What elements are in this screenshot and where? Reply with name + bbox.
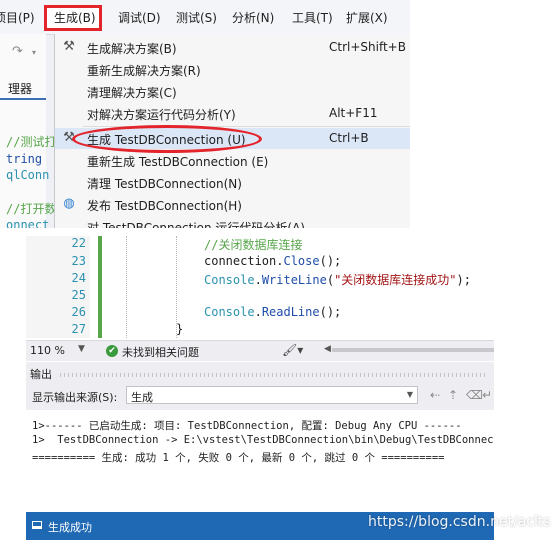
brush-icon[interactable]: 🖌▾ (282, 343, 303, 357)
menu-item-rebuild-project[interactable]: 重新生成 TestDBConnection (E) (55, 150, 410, 171)
menu-debug[interactable]: 调试(D) (118, 9, 161, 26)
code-token: Console (204, 273, 255, 287)
code-token: . (254, 273, 262, 287)
vs-menu-screenshot: 项目(P) 生成(B) 调试(D) 测试(S) 分析(N) 工具(T) 扩展(X… (0, 0, 410, 228)
menu-analyze[interactable]: 分析(N) (232, 9, 274, 26)
code-fragment: //打开数 (6, 202, 57, 216)
word-wrap-icon[interactable]: ↵ (482, 388, 492, 402)
menu-item-clean-solution[interactable]: 清理解决方案(C) (55, 81, 410, 102)
code-editor[interactable]: //关闭数据库连接 connection.Close(); Console.Writ… (26, 236, 494, 338)
zoom-level[interactable]: 110 % (30, 344, 65, 357)
menu-item-analyze-project[interactable]: 对 TestDBConnection 运行代码分析(A) (55, 216, 410, 228)
menu-item-analyze-solution[interactable]: 对解决方案运行代码分析(Y) Alt+F11 (55, 103, 410, 124)
code-token: Close (283, 254, 320, 268)
code-token: connection. (204, 254, 284, 268)
status-text: 生成成功 (48, 521, 92, 534)
menu-item-rebuild-solution[interactable]: 重新生成解决方案(R) (55, 59, 410, 80)
code-fragment: onnect (6, 218, 50, 228)
editor-status-bar: 110 % ▼ ✔ 未找到相关问题 🖌▾ ◀ (26, 340, 494, 361)
code-fragment: //测试打 (6, 135, 57, 149)
previous-message-icon[interactable]: ⇡ (448, 388, 458, 402)
code-line: Console.ReadLine(); (204, 305, 341, 319)
output-source-select[interactable]: 生成 ▼ (126, 386, 418, 404)
watermark: https://blog.csdn.net/aclts (368, 514, 551, 530)
menu-tools[interactable]: 工具(T) (292, 9, 333, 26)
issues-status[interactable]: 未找到相关问题 (122, 344, 199, 360)
code-token: ( (326, 273, 335, 287)
output-source-value: 生成 (131, 391, 153, 404)
horizontal-scrollbar[interactable] (332, 348, 494, 352)
build-project-highlight-ellipse (72, 125, 262, 153)
scroll-left-icon[interactable]: ◀ (324, 344, 331, 354)
menu-item-clean-project[interactable]: 清理 TestDBConnection(N) (55, 172, 410, 193)
output-line: 1> TestDBConnection -> E:\vstest\TestDBC… (32, 434, 494, 446)
code-token: ); (456, 273, 471, 287)
panel-grip (60, 373, 486, 377)
code-line: Console.WriteLine("关闭数据库连接成功"); (204, 271, 471, 288)
chevron-down-icon[interactable]: ▾ (32, 48, 36, 57)
vs-output-screenshot: 22 23 24 25 26 27 //关闭数据库连接 connection.Cl… (26, 236, 494, 540)
solution-explorer-tab[interactable]: 理器 (8, 80, 32, 97)
output-text-area[interactable]: 1>------ 已启动生成: 项目: TestDBConnection, 配置… (26, 410, 494, 512)
menu-bar: 项目(P) 生成(B) 调试(D) 测试(S) 分析(N) 工具(T) 扩展(X… (0, 0, 410, 35)
build-status-icon (32, 521, 42, 529)
code-line: connection.Close(); (204, 254, 341, 268)
menu-extensions[interactable]: 扩展(X) (346, 9, 388, 26)
globe-icon: ◍ (63, 196, 75, 211)
output-line: ========== 生成: 成功 1 个, 失败 0 个, 最新 0 个, 跳… (32, 452, 445, 464)
code-token: WriteLine (261, 273, 327, 287)
code-line: //关闭数据库连接 (204, 236, 302, 253)
menu-project[interactable]: 项目(P) (0, 9, 35, 26)
chevron-down-icon[interactable]: ▼ (78, 344, 85, 354)
output-source-label: 显示输出来源(S): (32, 391, 118, 404)
build-icon: ⚒ (63, 39, 75, 54)
code-token: . (254, 305, 262, 319)
menu-item-build-solution[interactable]: ⚒ 生成解决方案(B) Ctrl+Shift+B (55, 37, 410, 58)
menu-test[interactable]: 测试(S) (176, 9, 217, 26)
code-token: ReadLine (261, 305, 320, 319)
chevron-down-icon: ▼ (406, 390, 413, 399)
code-fragment: qlConn (6, 168, 50, 182)
output-line: 1>------ 已启动生成: 项目: TestDBConnection, 配置… (32, 420, 462, 432)
code-token: Console (204, 305, 255, 319)
menu-build[interactable]: 生成(B) (54, 9, 96, 26)
code-token: (); (319, 254, 342, 268)
code-token: } (176, 322, 184, 336)
left-panel: ↷ ▾ (0, 34, 46, 228)
check-circle-icon: ✔ (106, 345, 118, 357)
output-panel: 输出 显示输出来源(S): 生成 ▼ ⇠ ⇡ ⌫ ↵ 1>------ 已启动生… (26, 362, 494, 512)
redo-icon[interactable]: ↷ (12, 44, 23, 59)
output-title: 输出 (30, 368, 52, 381)
tab-underline (0, 98, 46, 100)
code-line: } (176, 322, 183, 336)
clear-all-icon[interactable]: ⌫ (466, 388, 483, 402)
code-token: "关闭数据库连接成功" (334, 273, 457, 287)
code-token: //关闭数据库连接 (204, 238, 303, 252)
code-token: (); (319, 305, 342, 319)
code-fragment: tring (6, 152, 43, 166)
find-message-icon[interactable]: ⇠ (430, 388, 440, 402)
menu-item-publish-project[interactable]: ◍ 发布 TestDBConnection(H) (55, 194, 410, 215)
